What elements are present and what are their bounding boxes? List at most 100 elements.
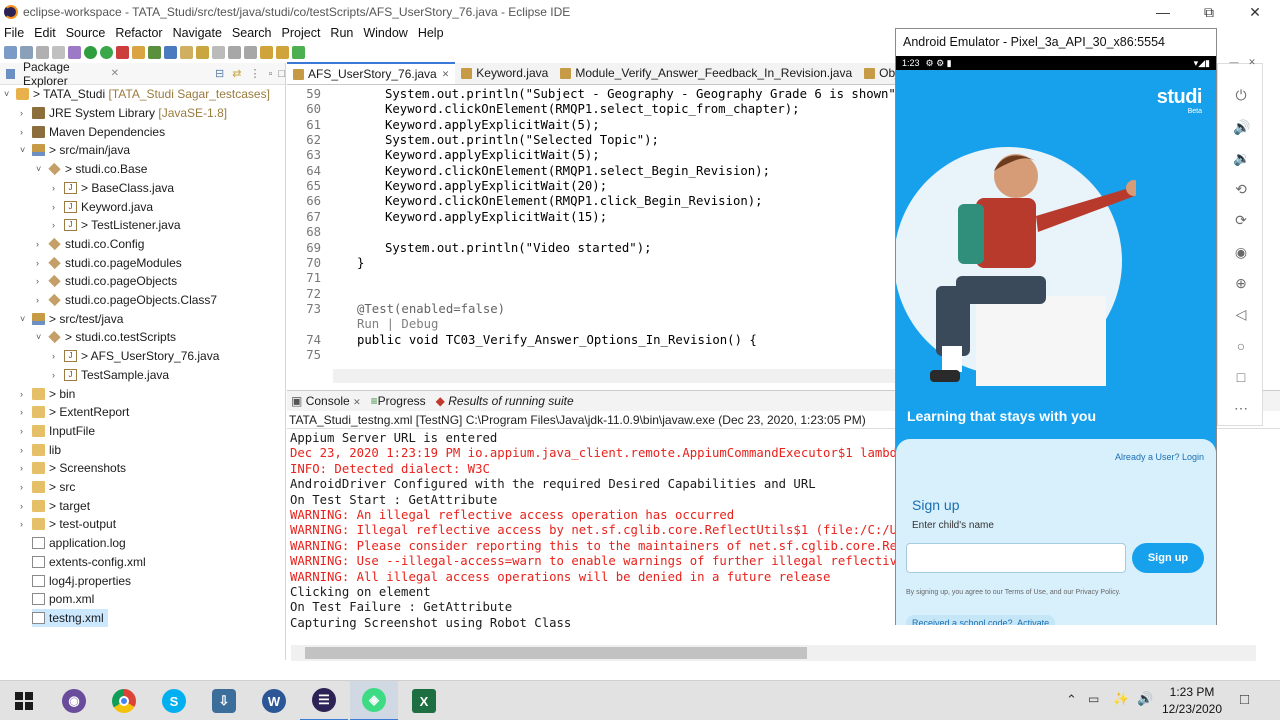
tree-item-baseclass[interactable]: › J > BaseClass.java xyxy=(52,179,174,198)
tree-item-src-main[interactable]: ˅ > src/main/java xyxy=(20,141,130,160)
rotate-right-icon[interactable]: ⟳ xyxy=(1233,212,1249,228)
link-editor-icon[interactable]: ⇄ xyxy=(232,67,241,80)
tree-item-target[interactable]: › > target xyxy=(20,496,90,515)
notifications-icon[interactable]: □ xyxy=(1240,691,1249,708)
tree-item-afs-userstory[interactable]: › J > AFS_UserStory_76.java xyxy=(52,347,219,366)
open-type-icon[interactable] xyxy=(180,45,193,59)
tab-keyword[interactable]: Keyword.java xyxy=(455,62,554,84)
menu-refactor[interactable]: Refactor xyxy=(115,26,162,40)
menu-file[interactable]: File xyxy=(4,26,24,40)
tree-item-package-class7[interactable]: › studi.co.pageObjects.Class7 xyxy=(36,291,217,310)
terms-text[interactable]: By signing up, you agree to our Terms of… xyxy=(906,589,1121,596)
maximize-view-icon[interactable]: □ xyxy=(278,68,285,80)
tree-item-testng[interactable]: testng.xml xyxy=(32,608,108,628)
package-explorer-title[interactable]: Package Explorer xyxy=(23,60,105,88)
camera-icon[interactable]: ◉ xyxy=(1233,244,1249,260)
tree-item-package-pageobjects[interactable]: › studi.co.pageObjects xyxy=(36,272,177,291)
tab-results[interactable]: ◆ Results of running suite xyxy=(436,394,574,408)
tree-item-keyword[interactable]: › J Keyword.java xyxy=(52,197,153,216)
tree-item-lib[interactable]: › lib xyxy=(20,440,61,459)
previous-annotation-icon[interactable] xyxy=(244,45,257,59)
overview-nav-icon[interactable]: □ xyxy=(1233,369,1249,385)
close-view-icon[interactable]: ✕ xyxy=(111,68,119,79)
menu-help[interactable]: Help xyxy=(418,26,444,40)
new-class-icon[interactable] xyxy=(164,45,177,59)
taskbar-android-studio[interactable]: ◈ xyxy=(350,681,398,720)
scrollbar-thumb[interactable] xyxy=(305,647,807,659)
tree-item-bin[interactable]: › > bin xyxy=(20,384,75,403)
taskbar-clock[interactable]: 1:23 PM 12/23/2020 xyxy=(1160,685,1224,716)
zoom-icon[interactable]: ⊕ xyxy=(1233,275,1249,291)
already-user-link[interactable]: Already a User? Login xyxy=(1115,452,1204,462)
network-icon[interactable]: ▭ xyxy=(1088,692,1099,706)
tree-item-package-base[interactable]: ˅ > studi.co.Base xyxy=(36,160,147,179)
menu-source[interactable]: Source xyxy=(66,26,106,40)
power-icon[interactable]: ⏻ xyxy=(1233,87,1249,103)
taskbar-app-w[interactable]: W xyxy=(250,681,298,720)
run-icon[interactable] xyxy=(84,45,97,59)
taskbar-eclipse[interactable]: ☰ xyxy=(300,681,348,720)
tree-item-pom[interactable]: pom.xml xyxy=(32,590,94,609)
menu-search[interactable]: Search xyxy=(232,26,272,40)
home-nav-icon[interactable]: ○ xyxy=(1233,338,1249,354)
tree-item-inputfile[interactable]: › InputFile xyxy=(20,422,95,441)
taskbar-excel[interactable]: X xyxy=(400,681,448,720)
taskbar-eclipse-installer[interactable]: ◉ xyxy=(50,681,98,720)
console-horizontal-scrollbar[interactable] xyxy=(291,645,1256,661)
tab-console[interactable]: ▣ Console ✕ xyxy=(291,394,361,408)
save-icon[interactable] xyxy=(20,45,33,59)
taskbar-download[interactable]: ⇩ xyxy=(200,681,248,720)
menu-window[interactable]: Window xyxy=(363,26,407,40)
new-package-icon[interactable] xyxy=(148,45,161,59)
tab-progress[interactable]: ≡Progress xyxy=(371,394,426,408)
menu-project[interactable]: Project xyxy=(282,26,321,40)
menu-edit[interactable]: Edit xyxy=(34,26,56,40)
external-tools-icon[interactable] xyxy=(116,45,129,59)
back-nav-icon[interactable]: ◁ xyxy=(1233,306,1249,322)
child-name-input[interactable] xyxy=(906,543,1126,573)
tree-item-testlistener[interactable]: › J > TestListener.java xyxy=(52,216,181,235)
emulator-minimize-icon[interactable]: — xyxy=(1226,54,1242,70)
tree-item-screenshots[interactable]: › > Screenshots xyxy=(20,459,126,478)
wifi-icon[interactable]: ✨ xyxy=(1113,691,1129,707)
tree-item-src-test[interactable]: ˅ > src/test/java xyxy=(20,309,123,328)
tree-item-project[interactable]: ˅ > TATA_Studi [TATA_Studi Sagar_testcas… xyxy=(4,85,270,104)
restore-icon[interactable]: ⧉ xyxy=(1186,0,1232,24)
close-icon[interactable]: ✕ xyxy=(1232,0,1278,24)
menu-run[interactable]: Run xyxy=(330,26,353,40)
tree-item-src[interactable]: › > src xyxy=(20,478,75,497)
new-java-project-icon[interactable] xyxy=(132,45,145,59)
tree-item-package-pagemodules[interactable]: › studi.co.pageModules xyxy=(36,253,182,272)
view-menu-icon[interactable]: ⋮ xyxy=(249,67,260,80)
minimize-icon[interactable]: — xyxy=(1140,0,1186,24)
close-tab-icon[interactable]: ✕ xyxy=(442,69,450,80)
menu-navigate[interactable]: Navigate xyxy=(173,26,222,40)
tree-item-maven[interactable]: › Maven Dependencies xyxy=(20,122,165,141)
more-icon[interactable]: ⋯ xyxy=(1233,400,1249,416)
minimize-view-icon[interactable]: ▫ xyxy=(268,68,272,80)
tray-chevron-icon[interactable]: ⌃ xyxy=(1066,692,1077,708)
back-icon[interactable] xyxy=(260,45,273,59)
volume-up-icon[interactable]: 🔊 xyxy=(1233,119,1250,135)
next-annotation-icon[interactable] xyxy=(228,45,241,59)
start-button[interactable] xyxy=(0,681,48,720)
tree-item-package-testscripts[interactable]: ˅ > studi.co.testScripts xyxy=(36,328,176,347)
tree-item-test-output[interactable]: › > test-output xyxy=(20,515,116,534)
save-all-icon[interactable] xyxy=(36,45,49,59)
taskbar-chrome[interactable] xyxy=(100,681,148,720)
tree-item-testsample[interactable]: › J TestSample.java xyxy=(52,366,169,385)
tree-item-extentreport[interactable]: › > ExtentReport xyxy=(20,403,129,422)
code-area[interactable]: 59 System.out.println("Subject - Geograph… xyxy=(287,85,895,369)
tree-item-jre[interactable]: › JRE System Library [JavaSE-1.8] xyxy=(20,104,227,123)
school-code-link[interactable]: Received a school code?, Activate xyxy=(906,615,1056,625)
tab-module-verify[interactable]: Module_Verify_Answer_Feedback_In_Revisio… xyxy=(554,62,858,84)
collapse-all-icon[interactable]: ⊟ xyxy=(215,67,224,80)
volume-down-icon[interactable]: 🔉 xyxy=(1233,150,1250,166)
pin-editor-icon[interactable] xyxy=(292,45,305,59)
close-tab-icon[interactable]: ✕ xyxy=(353,397,361,407)
new-icon[interactable] xyxy=(4,45,17,59)
tree-item-application-log[interactable]: application.log xyxy=(32,534,126,553)
volume-icon[interactable]: 🔊 xyxy=(1137,691,1153,707)
toggle-mark-icon[interactable] xyxy=(212,45,225,59)
forward-icon[interactable] xyxy=(276,45,289,59)
